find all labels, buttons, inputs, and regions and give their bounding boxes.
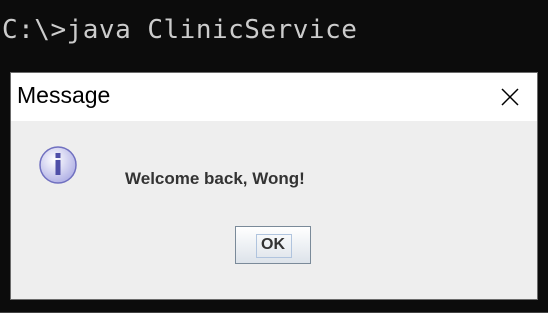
window-bottom-edge [0, 312, 548, 320]
message-dialog: Message Welcome back, Wong! OK [10, 72, 538, 300]
information-icon [39, 146, 77, 184]
close-button[interactable] [483, 73, 537, 121]
dialog-message: Welcome back, Wong! [125, 169, 305, 188]
dialog-title: Message [17, 82, 111, 108]
ok-button[interactable]: OK [235, 226, 311, 264]
console-command-line: C:\>java ClinicService [2, 15, 358, 45]
close-icon [501, 88, 519, 106]
dialog-title-bar[interactable]: Message [11, 73, 537, 121]
